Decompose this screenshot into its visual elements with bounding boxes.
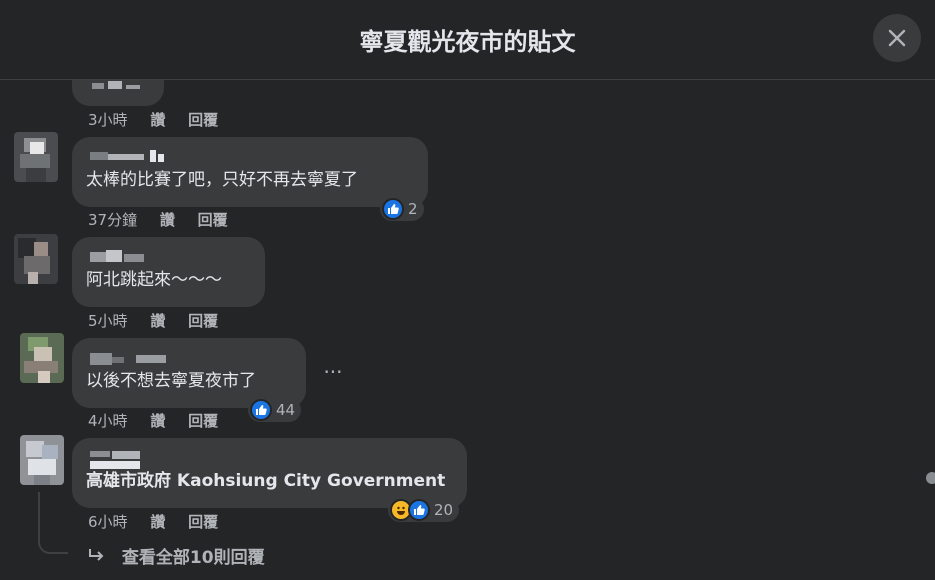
author-name-blurred[interactable] (86, 347, 176, 369)
reaction-summary[interactable]: 44 (248, 398, 302, 422)
author-name-blurred[interactable] (86, 447, 156, 469)
avatar[interactable] (14, 234, 58, 284)
comment-meta: 4小時 讚 回覆 (88, 410, 236, 431)
comment-bubble: 太棒的比賽了吧，只好不再去寧夏了 (72, 137, 428, 207)
comment-time[interactable]: 4小時 (88, 410, 128, 431)
like-action[interactable]: 讚 (150, 310, 165, 331)
comment-text: 高雄市政府 Kaohsiung City Government (86, 471, 446, 491)
comment-time[interactable]: 5小時 (88, 310, 128, 331)
reply-arrow-icon (88, 548, 112, 568)
reply-action[interactable]: 回覆 (188, 310, 218, 331)
comment-meta: 3小時 讚 回覆 (88, 109, 236, 130)
like-action[interactable]: 讚 (150, 109, 165, 130)
reaction-count: 20 (434, 501, 454, 519)
comments-feed: 3小時 讚 回覆 太棒的比賽了吧，只好不再去寧夏了 2 37分鐘 讚 回覆 阿北… (0, 0, 935, 580)
comment-time[interactable]: 37分鐘 (88, 209, 137, 230)
comment-meta: 6小時 讚 回覆 (88, 511, 236, 532)
like-icon (250, 399, 272, 421)
avatar[interactable] (14, 132, 58, 182)
reaction-summary[interactable]: 20 (388, 498, 460, 522)
close-icon (888, 29, 906, 47)
reaction-count: 44 (276, 401, 296, 419)
avatar[interactable] (20, 333, 64, 383)
reply-action[interactable]: 回覆 (188, 109, 218, 130)
comment-text: 阿北跳起來～～～ (86, 270, 222, 290)
reply-thread-line (38, 492, 68, 554)
author-name-blurred[interactable] (86, 146, 176, 168)
reply-action[interactable]: 回覆 (198, 209, 228, 230)
view-replies-label: 查看全部10則回覆 (121, 548, 265, 568)
comment-meta: 37分鐘 讚 回覆 (88, 209, 246, 230)
like-icon (408, 499, 430, 521)
like-action[interactable]: 讚 (160, 209, 175, 230)
scrollbar-thumb[interactable] (926, 472, 935, 484)
comment-text: 以後不想去寧夏夜市了 (86, 371, 256, 391)
avatar[interactable] (20, 435, 64, 485)
reaction-summary[interactable]: 2 (380, 197, 424, 221)
like-action[interactable]: 讚 (150, 410, 165, 431)
reply-action[interactable]: 回覆 (188, 511, 218, 532)
reply-action[interactable]: 回覆 (188, 410, 218, 431)
more-options-button[interactable]: ··· (320, 362, 346, 388)
like-action[interactable]: 讚 (150, 511, 165, 532)
like-icon (382, 198, 404, 220)
comment-text: 太棒的比賽了吧，只好不再去寧夏了 (86, 170, 358, 190)
close-button[interactable] (873, 14, 921, 62)
comment-time[interactable]: 6小時 (88, 511, 128, 532)
page-title: 寧夏觀光夜市的貼文 (359, 28, 576, 56)
comment-meta: 5小時 讚 回覆 (88, 310, 236, 331)
comment-time[interactable]: 3小時 (88, 109, 128, 130)
view-all-replies-link[interactable]: 查看全部10則回覆 (88, 543, 265, 568)
author-name-blurred[interactable] (86, 246, 156, 268)
modal-header: 寧夏觀光夜市的貼文 (0, 0, 935, 80)
reaction-count: 2 (408, 200, 418, 218)
comment-bubble: 阿北跳起來～～～ (72, 237, 265, 307)
